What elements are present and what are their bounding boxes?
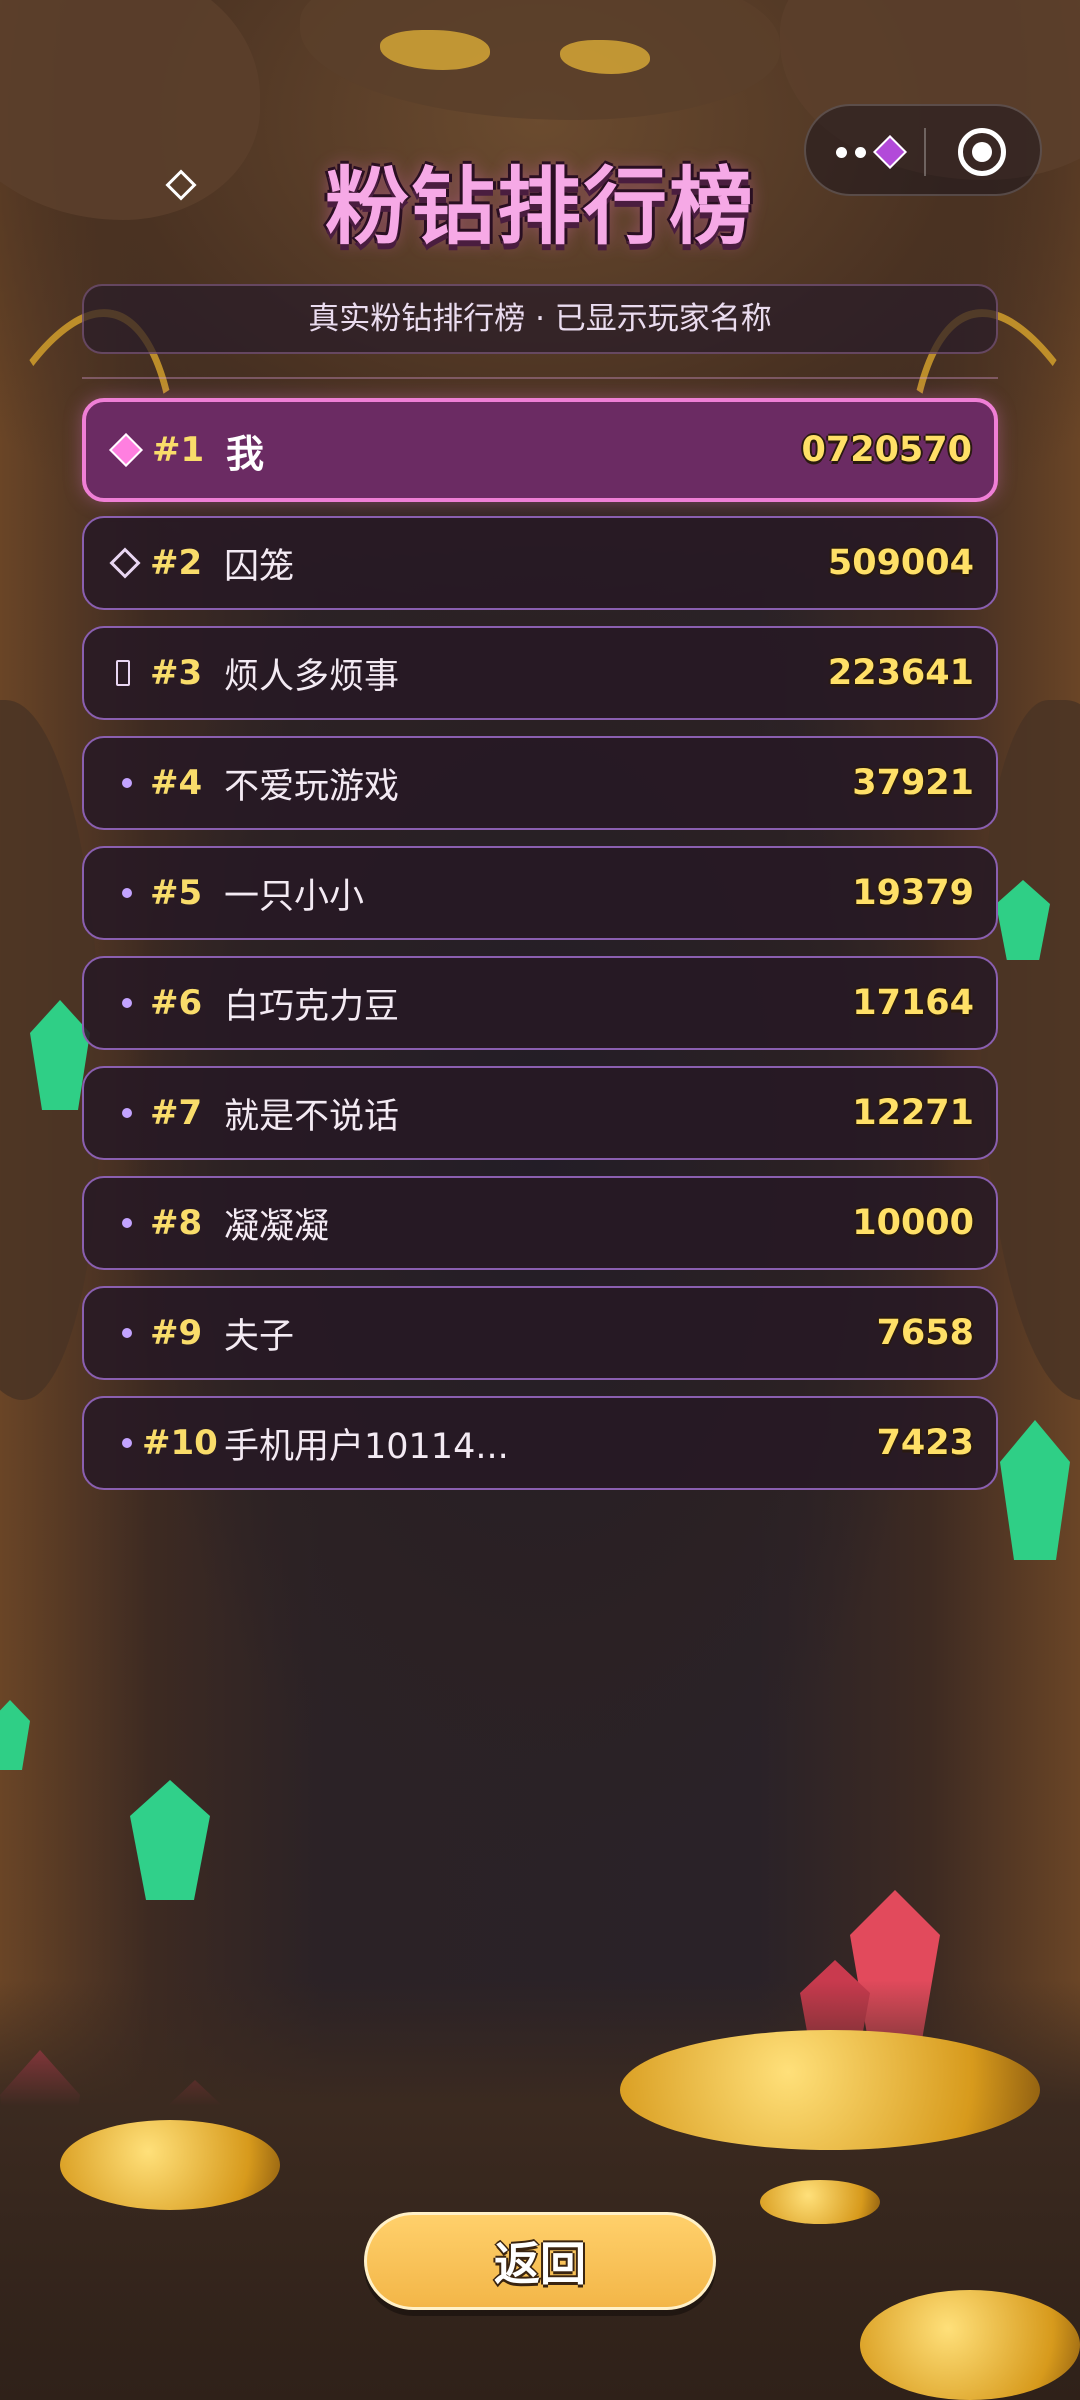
rank-label: #3	[150, 653, 203, 693]
player-name: 白巧克力豆	[224, 986, 400, 1027]
rank-label: #7	[150, 1093, 203, 1133]
leaderboard-row: #6 白巧克力豆 17164	[82, 956, 998, 1050]
player-score: 19379	[852, 873, 974, 913]
close-target-icon[interactable]	[958, 128, 1006, 176]
leaderboard-row: #5 一只小小 19379	[82, 846, 998, 940]
player-score: 7658	[876, 1313, 974, 1353]
player-name: 我	[226, 431, 265, 476]
leaderboard-row: #10 手机用户10114... 7423	[82, 1396, 998, 1490]
rank-label: #2	[150, 543, 203, 583]
player-name: 不爱玩游戏	[224, 766, 400, 807]
rank-label: #10	[142, 1423, 218, 1463]
more-dots-icon[interactable]	[836, 135, 907, 169]
player-name: 一只小小	[224, 876, 365, 917]
green-crystal-decoration	[0, 1700, 30, 1770]
player-name: 囚笼	[224, 546, 295, 587]
gold-coins-decoration	[760, 2180, 880, 2224]
rock-decoration	[300, 0, 780, 120]
back-button[interactable]: 返回	[364, 2212, 716, 2310]
player-score: 223641	[827, 653, 974, 693]
dot-icon	[122, 1218, 132, 1228]
leaderboard-row: #4 不爱玩游戏 37921	[82, 736, 998, 830]
box-icon	[116, 660, 130, 686]
leaderboard-list: #1 我 0720570 #2 囚笼 509004 #3 烦人多烦事 22364…	[82, 398, 998, 1506]
green-crystal-decoration	[130, 1780, 210, 1900]
leaderboard-row-self: #1 我 0720570	[82, 398, 998, 502]
subtitle-banner: 真实粉钻排行榜 · 已显示玩家名称	[82, 284, 998, 354]
rank-label: #8	[150, 1203, 203, 1243]
pink-diamond-icon	[109, 433, 143, 467]
dot-icon	[122, 888, 132, 898]
player-name: 烦人多烦事	[224, 656, 400, 697]
leaderboard-row: #8 凝凝凝 10000	[82, 1176, 998, 1270]
dot-icon	[122, 1438, 132, 1448]
rank-label: #6	[150, 983, 203, 1023]
player-score: 509004	[827, 543, 974, 583]
player-score: 7423	[876, 1423, 974, 1463]
player-score: 17164	[852, 983, 974, 1023]
player-score: 37921	[852, 763, 974, 803]
rank-label: #5	[150, 873, 203, 913]
dot-icon	[122, 998, 132, 1008]
gold-coins-decoration	[620, 2030, 1040, 2150]
player-name: 手机用户10114...	[224, 1426, 509, 1467]
capsule-divider	[924, 128, 926, 176]
leaderboard-row: #2 囚笼 509004	[82, 516, 998, 610]
gold-coins-decoration	[860, 2290, 1080, 2400]
rank-label: #1	[152, 430, 205, 470]
green-crystal-decoration	[1000, 1420, 1070, 1560]
dot-icon	[122, 778, 132, 788]
player-score: 12271	[852, 1093, 974, 1133]
gold-coins-decoration	[60, 2120, 280, 2210]
leaderboard-row: #3 烦人多烦事 223641	[82, 626, 998, 720]
player-score: 0720570	[801, 430, 972, 470]
leaderboard-row: #9 夫子 7658	[82, 1286, 998, 1380]
player-name: 凝凝凝	[224, 1206, 330, 1247]
dot-icon	[122, 1108, 132, 1118]
outline-diamond-icon	[109, 547, 141, 579]
header-divider	[82, 377, 998, 379]
leaderboard-row: #7 就是不说话 12271	[82, 1066, 998, 1160]
dot-icon	[122, 1328, 132, 1338]
rank-label: #9	[150, 1313, 203, 1353]
rank-label: #4	[150, 763, 203, 803]
player-score: 10000	[852, 1203, 974, 1243]
player-name: 就是不说话	[224, 1096, 400, 1137]
mini-program-capsule	[804, 104, 1042, 196]
player-name: 夫子	[224, 1316, 295, 1357]
